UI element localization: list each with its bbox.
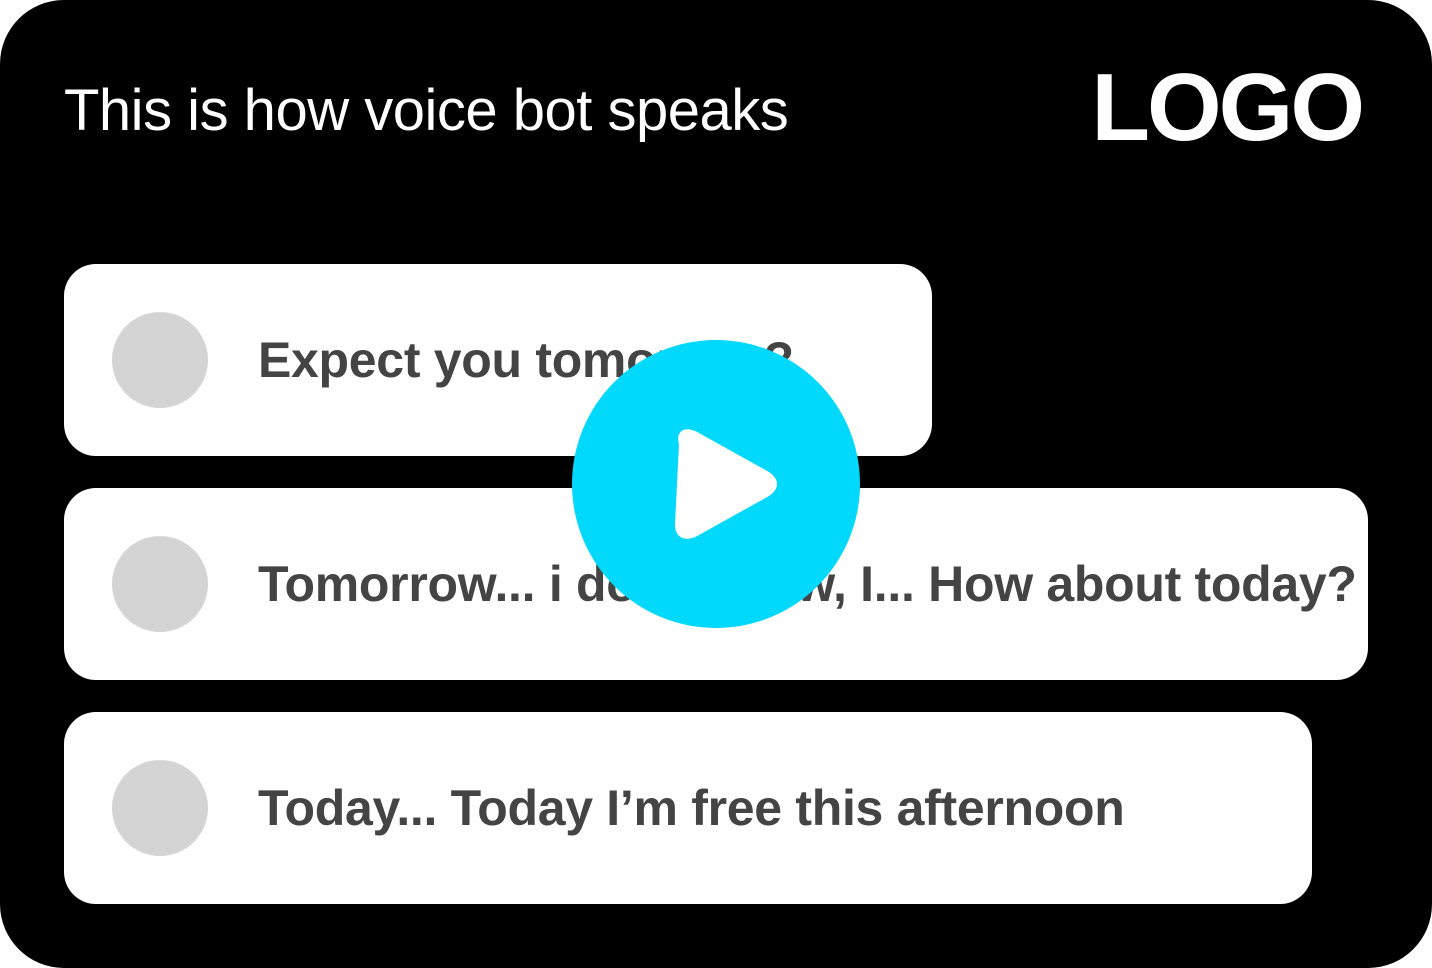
play-icon [675,429,777,539]
message-bubble-3: Today... Today I’m free this afternoon [64,712,1312,904]
avatar [112,760,208,856]
voice-bot-card: This is how voice bot speaks LOGO Expect… [0,0,1432,968]
avatar [112,536,208,632]
avatar [112,312,208,408]
message-text: Today... Today I’m free this afternoon [258,780,1125,836]
play-button[interactable] [572,340,860,628]
page-title: This is how voice bot speaks [64,78,789,143]
logo: LOGO [1091,54,1365,161]
